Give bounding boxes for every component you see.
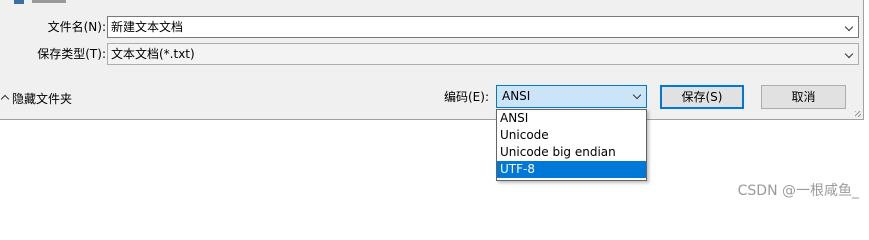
cancel-button[interactable]: 取消 bbox=[761, 85, 846, 109]
resize-grip[interactable] bbox=[855, 111, 861, 117]
chevron-down-icon[interactable] bbox=[632, 90, 642, 100]
chevron-down-icon[interactable] bbox=[844, 49, 854, 59]
encoding-option-utf8[interactable]: UTF-8 bbox=[497, 161, 646, 178]
filename-value: 新建文本文档 bbox=[111, 20, 184, 34]
filename-label: 文件名(N): bbox=[47, 20, 106, 34]
save-type-value: 文本文档(*.txt) bbox=[111, 47, 195, 61]
encoding-value: ANSI bbox=[502, 89, 531, 103]
title-fragment-bar bbox=[32, 0, 66, 3]
save-button[interactable]: 保存(S) bbox=[660, 85, 744, 109]
encoding-option-ansi[interactable]: ANSI bbox=[497, 110, 646, 127]
save-as-dialog: 文件名(N): 新建文本文档 保存类型(T): 文本文档(*.txt) 隐藏文件… bbox=[0, 0, 864, 120]
title-bar-fragment bbox=[0, 0, 70, 4]
notepad-icon bbox=[14, 0, 24, 4]
watermark: CSDN @一根咸鱼_ bbox=[737, 183, 859, 199]
encoding-dropdown-list: ANSI Unicode Unicode big endian UTF-8 bbox=[496, 109, 647, 181]
filename-input[interactable]: 新建文本文档 bbox=[107, 16, 859, 38]
save-type-label: 保存类型(T): bbox=[37, 47, 106, 61]
encoding-option-unicode[interactable]: Unicode bbox=[497, 127, 646, 144]
encoding-label: 编码(E): bbox=[444, 90, 489, 104]
hide-folders-label: 隐藏文件夹 bbox=[12, 92, 73, 106]
chevron-up-icon bbox=[0, 94, 10, 104]
encoding-option-unicode-big-endian[interactable]: Unicode big endian bbox=[497, 144, 646, 161]
encoding-select[interactable]: ANSI bbox=[496, 85, 647, 108]
hide-folders-toggle[interactable]: 隐藏文件夹 bbox=[0, 90, 72, 108]
save-type-select[interactable]: 文本文档(*.txt) bbox=[107, 43, 859, 65]
chevron-down-icon[interactable] bbox=[844, 22, 854, 32]
